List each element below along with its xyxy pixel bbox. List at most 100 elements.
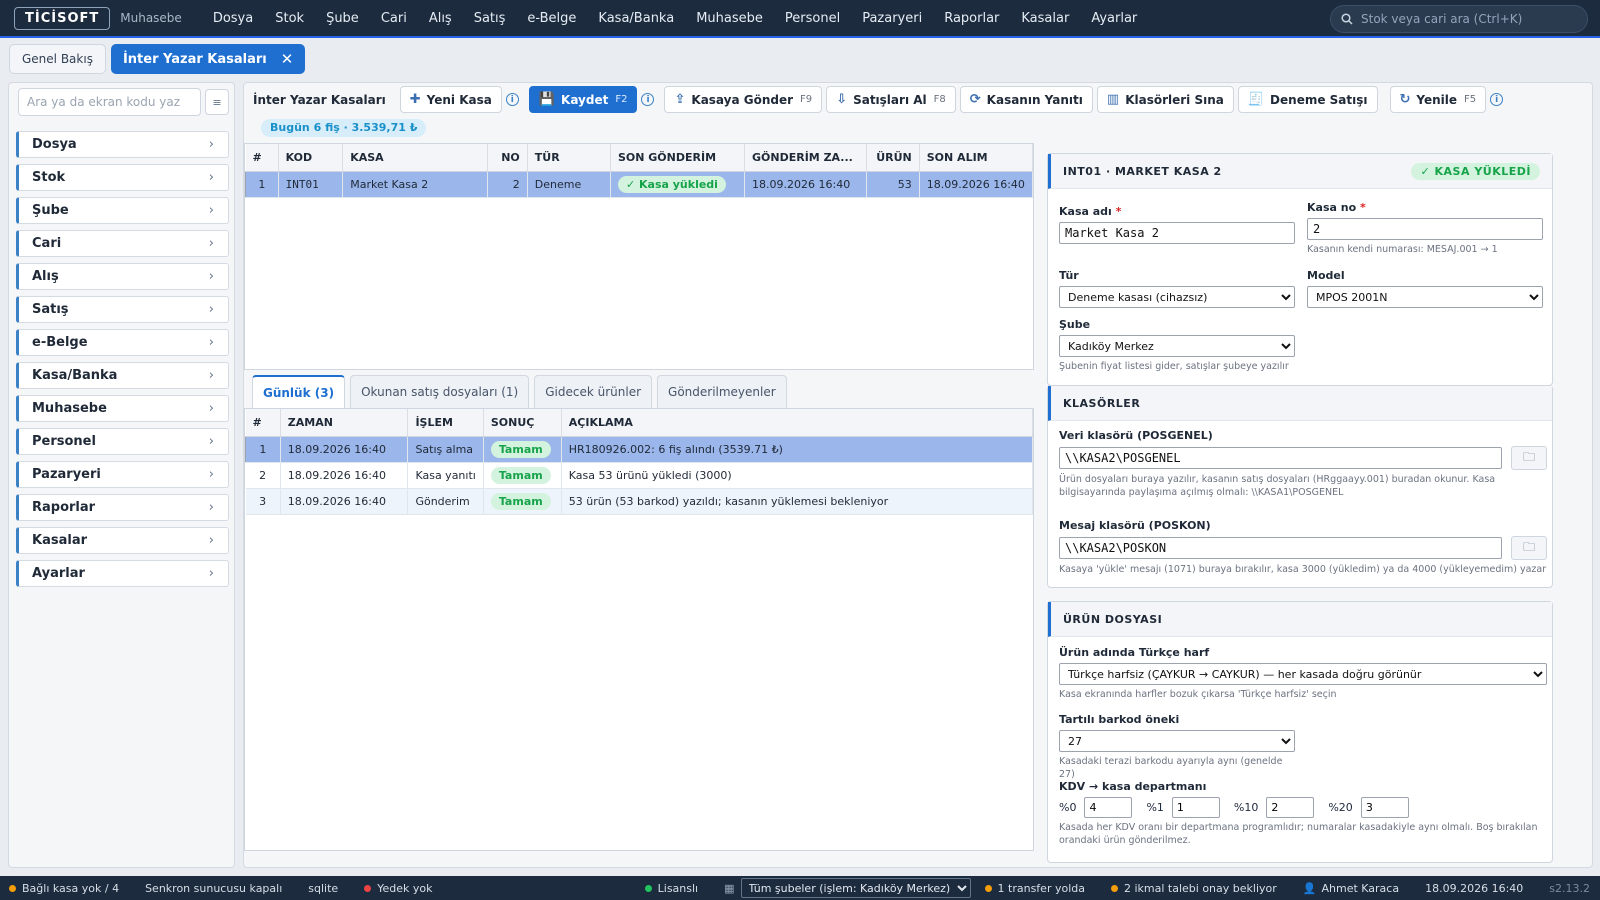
status-user[interactable]: 👤 Ahmet Karaca <box>1303 882 1399 895</box>
field-hint: Kasa ekranında harfler bozuk çıkarsa 'Tü… <box>1059 689 1337 700</box>
table-row[interactable]: 2 18.09.2026 16:40 Kasa yanıtı Tamam Kas… <box>245 462 1033 489</box>
col-last-receive[interactable]: SON ALIM <box>919 144 1033 172</box>
sidebar-item-muhasebe[interactable]: Muhasebe › <box>16 395 229 422</box>
save-button[interactable]: 💾 Kaydet F2 <box>528 86 638 113</box>
info-icon[interactable]: i <box>505 93 519 106</box>
col-operation[interactable]: İŞLEM <box>407 409 484 437</box>
col-no[interactable]: NO <box>487 144 528 172</box>
new-register-button[interactable]: ✚ Yeni Kasa <box>399 86 502 113</box>
get-sales-button[interactable]: ⇩ Satışları Al F8 <box>826 86 956 113</box>
sidebar-item-kasalar[interactable]: Kasalar › <box>16 527 229 554</box>
menu-sube[interactable]: Şube <box>315 11 370 26</box>
menu-muhasebe[interactable]: Muhasebe <box>685 11 774 26</box>
turkish-chars-label: Ürün adında Türkçe harf <box>1059 646 1210 659</box>
global-search-input[interactable] <box>1361 12 1561 26</box>
tab-read-sales-files[interactable]: Okunan satış dosyaları (1) <box>350 375 530 408</box>
sidebar-item-stok[interactable]: Stok › <box>16 164 229 191</box>
turkish-chars-select[interactable]: Türkçe harfsiz (ÇAYKUR → CAYKUR) — her k… <box>1059 663 1547 685</box>
refresh-button[interactable]: ↻ Yenile F5 <box>1389 86 1487 113</box>
status-transfer[interactable]: 1 transfer yolda <box>984 882 1085 895</box>
col-type[interactable]: TÜR <box>527 144 611 172</box>
cell-time: 18.09.2026 16:40 <box>280 462 409 489</box>
data-folder-label: Veri klasörü (POSGENEL) <box>1059 429 1213 442</box>
message-folder-input[interactable] <box>1059 537 1503 559</box>
kdv-0-input[interactable] <box>1084 797 1133 818</box>
sidebar-item-pazaryeri[interactable]: Pazaryeri › <box>16 461 229 488</box>
menu-kasa-banka[interactable]: Kasa/Banka <box>587 11 685 26</box>
sidebar-item-cari[interactable]: Cari › <box>16 230 229 257</box>
tab-cash-registers[interactable]: İnter Yazar Kasaları ✕ <box>110 44 306 74</box>
send-to-register-button[interactable]: ⇪ Kasaya Gönder F9 <box>664 86 823 113</box>
tab-not-sent[interactable]: Gönderilmeyenler <box>657 375 787 408</box>
sidebar-item-sube[interactable]: Şube › <box>16 197 229 224</box>
col-products[interactable]: ÜRÜN <box>866 144 920 172</box>
sidebar-item-ayarlar[interactable]: Ayarlar › <box>16 560 229 587</box>
col-index[interactable]: # <box>245 409 281 437</box>
receipt-icon: 🧾 <box>1247 92 1265 107</box>
menu-raporlar[interactable]: Raporlar <box>933 11 1010 26</box>
folder-icon[interactable]: 🗀 <box>1511 536 1547 560</box>
col-index[interactable]: # <box>245 144 279 172</box>
sidebar-items: Dosya › Stok › Şube › Cari › Alış › Satış › e-… <box>16 131 229 593</box>
col-register[interactable]: KASA <box>342 144 488 172</box>
menu-dosya[interactable]: Dosya <box>202 11 264 26</box>
sidebar-item-raporlar[interactable]: Raporlar › <box>16 494 229 521</box>
model-select[interactable]: MPOS 2001N <box>1307 286 1543 308</box>
branch-select[interactable]: Kadıköy Merkez <box>1059 335 1295 357</box>
menu-pazaryeri[interactable]: Pazaryeri <box>851 11 933 26</box>
sidebar-item-dosya[interactable]: Dosya › <box>16 131 229 158</box>
test-folders-button[interactable]: ▥ Klasörleri Sına <box>1096 86 1234 113</box>
menu-cari[interactable]: Cari <box>370 11 418 26</box>
table-row[interactable]: 1 INT01 Market Kasa 2 2 Deneme ✓ Kasa yü… <box>245 171 1033 198</box>
sidebar-item-ebelge[interactable]: e-Belge › <box>16 329 229 356</box>
col-description[interactable]: AÇIKLAMA <box>561 409 1033 437</box>
register-type-select[interactable]: Deneme kasası (cihazsız) <box>1059 286 1295 308</box>
tab-outgoing-products[interactable]: Gidecek ürünler <box>534 375 653 408</box>
data-folder-input[interactable] <box>1059 447 1503 469</box>
field-hint: Kasanın kendi numarası: MESAJ.001 → 1 <box>1307 244 1498 255</box>
cell-code: INT01 <box>278 171 344 198</box>
col-send-time[interactable]: GÖNDERİM ZA... <box>744 144 868 172</box>
kdv-20-input[interactable] <box>1360 797 1409 818</box>
kdv-10-input[interactable] <box>1266 797 1315 818</box>
menu-satis[interactable]: Satış <box>463 11 517 26</box>
close-icon[interactable]: ✕ <box>281 50 294 68</box>
sidebar-item-personel[interactable]: Personel › <box>16 428 229 455</box>
status-requests[interactable]: 2 ikmal talebi onay bekliyor <box>1110 882 1277 895</box>
sidebar-search-input[interactable] <box>18 88 201 116</box>
menu-stok[interactable]: Stok <box>264 11 315 26</box>
menu-kasalar[interactable]: Kasalar <box>1010 11 1080 26</box>
folder-icon[interactable]: 🗀 <box>1511 446 1547 470</box>
app-logo[interactable]: TİCİSOFT <box>14 6 111 30</box>
tab-log[interactable]: Günlük (3) <box>252 375 346 408</box>
page-title: İnter Yazar Kasaları <box>253 92 386 107</box>
sidebar-item-satis[interactable]: Satış › <box>16 296 229 323</box>
sidebar-item-label: Kasalar <box>32 533 87 548</box>
table-row[interactable]: 3 18.09.2026 16:40 Gönderim Tamam 53 ürü… <box>245 488 1033 515</box>
list-icon[interactable]: ≡ <box>205 89 229 115</box>
sidebar-item-kasa-banka[interactable]: Kasa/Banka › <box>16 362 229 389</box>
sidebar-item-label: Pazaryeri <box>32 467 101 482</box>
register-name-input[interactable] <box>1059 222 1295 244</box>
table-row[interactable]: 1 18.09.2026 16:40 Satış alma Tamam HR18… <box>245 436 1033 463</box>
menu-alis[interactable]: Alış <box>418 11 463 26</box>
col-last-send[interactable]: SON GÖNDERİM <box>610 144 746 172</box>
sidebar-item-alis[interactable]: Alış › <box>16 263 229 290</box>
test-sale-button[interactable]: 🧾 Deneme Satışı <box>1237 86 1378 113</box>
sidebar-item-label: Ayarlar <box>32 566 85 581</box>
menu-ebelge[interactable]: e-Belge <box>516 11 587 26</box>
tab-overview[interactable]: Genel Bakış <box>9 44 106 74</box>
branch-scope-select[interactable]: Tüm şubeler (işlem: Kadıköy Merkez) <box>740 878 971 898</box>
register-no-input[interactable] <box>1307 218 1543 240</box>
barcode-prefix-select[interactable]: 27 <box>1059 730 1295 752</box>
col-result[interactable]: SONUÇ <box>483 409 562 437</box>
cell-time: 18.09.2026 16:40 <box>280 436 409 463</box>
col-time[interactable]: ZAMAN <box>280 409 409 437</box>
col-code[interactable]: KOD <box>278 144 344 172</box>
menu-ayarlar[interactable]: Ayarlar <box>1080 11 1148 26</box>
info-icon[interactable]: i <box>1490 93 1504 106</box>
info-icon[interactable]: i <box>641 93 655 106</box>
kdv-1-input[interactable] <box>1171 797 1220 818</box>
register-response-button[interactable]: ⟳ Kasanın Yanıtı <box>959 86 1093 113</box>
menu-personel[interactable]: Personel <box>774 11 851 26</box>
